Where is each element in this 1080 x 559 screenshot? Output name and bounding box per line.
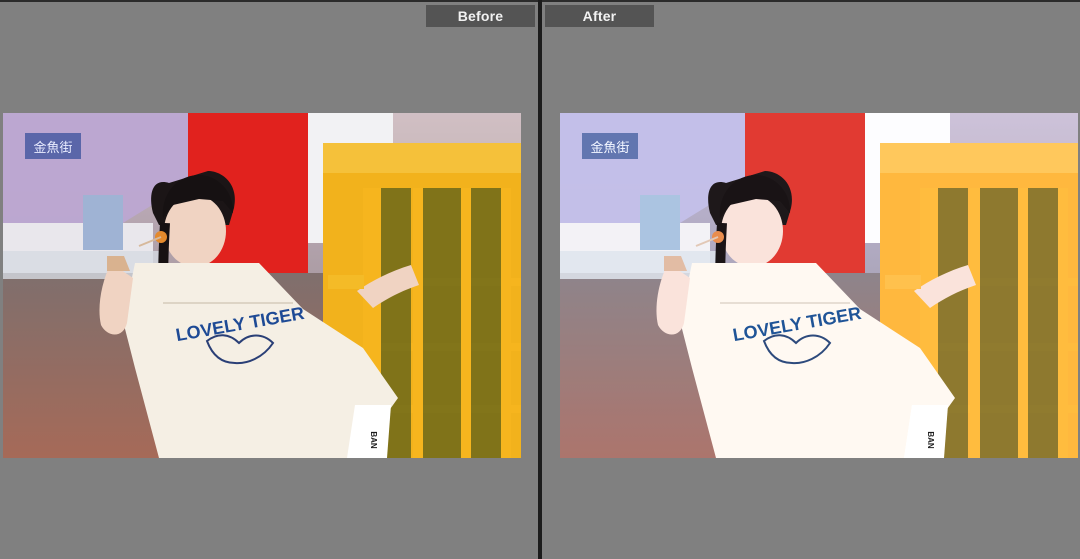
before-after-comparison-view: Before 金魚街 LOVELY TIGER BAN After 金魚街 LO… bbox=[0, 0, 1080, 559]
before-photo[interactable]: 金魚街 LOVELY TIGER BAN bbox=[3, 113, 521, 458]
after-label: After bbox=[545, 5, 654, 27]
after-photo-art: 金魚街 LOVELY TIGER BAN bbox=[560, 113, 1078, 458]
svg-text:BAN: BAN bbox=[926, 431, 935, 449]
svg-text:BAN: BAN bbox=[369, 431, 378, 449]
before-photo-art: 金魚街 LOVELY TIGER BAN bbox=[3, 113, 521, 458]
sign-text: 金魚街 bbox=[33, 140, 72, 156]
before-label: Before bbox=[426, 5, 535, 27]
before-pane[interactable]: Before 金魚街 LOVELY TIGER BAN bbox=[0, 2, 538, 559]
window bbox=[83, 195, 123, 250]
sign-text: 金魚街 bbox=[590, 140, 629, 156]
after-pane[interactable]: After 金魚街 LOVELY TIGER BAN bbox=[542, 2, 1080, 559]
window bbox=[640, 195, 680, 250]
after-photo[interactable]: 金魚街 LOVELY TIGER BAN bbox=[560, 113, 1078, 458]
